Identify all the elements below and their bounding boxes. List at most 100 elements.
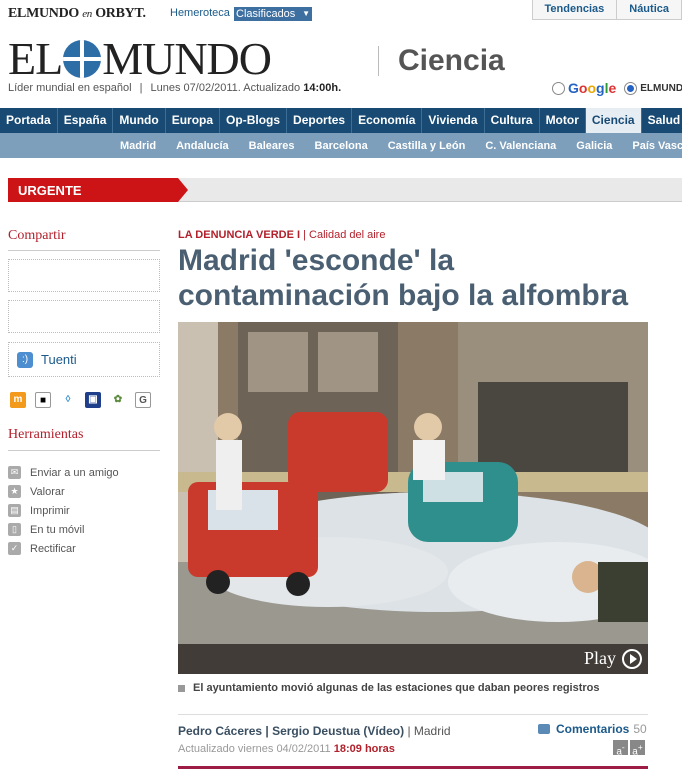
- tagline: Líder mundial en español | Lunes 07/02/2…: [8, 82, 342, 94]
- divider: [178, 714, 648, 715]
- byline: Pedro Cáceres | Sergio Deustua (Vídeo) |…: [178, 724, 451, 738]
- photo-caption: El ayuntamiento movió algunas de las est…: [178, 682, 600, 694]
- font-larger-button[interactable]: a+: [630, 740, 645, 757]
- nav-vivienda[interactable]: Vivienda: [422, 108, 485, 133]
- hemeroteca-link[interactable]: Hemeroteca: [170, 7, 230, 19]
- nav-espana[interactable]: España: [58, 108, 114, 133]
- google-label: Google: [568, 80, 617, 96]
- search-options: Google ELMUNDO: [552, 80, 682, 96]
- subnav-andalucia[interactable]: Andalucía: [166, 133, 239, 158]
- updated-info: Actualizado viernes 04/02/2011 18:09 hor…: [178, 743, 395, 755]
- updated-time: 18:09 horas: [333, 743, 395, 755]
- share-widget-1[interactable]: [8, 259, 160, 292]
- orbyt-logo[interactable]: ELMUNDO en ORBYT.: [8, 6, 146, 22]
- orbyt-brand-main: ELMUNDO: [8, 6, 80, 21]
- delicious-icon[interactable]: ■: [35, 392, 51, 408]
- tab-tendencias[interactable]: Tendencias: [532, 0, 618, 20]
- mobile-icon: ▯: [8, 523, 21, 536]
- subnav-barcelona[interactable]: Barcelona: [305, 133, 378, 158]
- tool-send-friend[interactable]: ✉ Enviar a un amigo: [8, 463, 119, 482]
- nav-op-blogs[interactable]: Op-Blogs: [220, 108, 288, 133]
- tool-print[interactable]: ▤ Imprimir: [8, 501, 119, 520]
- tool-mobile[interactable]: ▯ En tu móvil: [8, 520, 119, 539]
- nav-ciencia[interactable]: Ciencia: [585, 108, 642, 133]
- drop-icon[interactable]: ◊: [60, 392, 76, 408]
- box-icon[interactable]: ▣: [85, 392, 101, 408]
- subnav-galicia[interactable]: Galicia: [566, 133, 622, 158]
- updated-label: Actualizado viernes 04/02/2011: [178, 743, 331, 755]
- comments-count: 50: [633, 722, 647, 736]
- tuenti-icon: :): [17, 351, 33, 368]
- category-link[interactable]: | Calidad del aire: [303, 229, 385, 241]
- comment-icon: [538, 724, 550, 734]
- play-icon: [622, 648, 642, 669]
- radio-elmundo[interactable]: [624, 81, 638, 95]
- check-icon: ✓: [8, 542, 21, 555]
- nav-cultura[interactable]: Cultura: [485, 108, 540, 133]
- article-kicker: LA DENUNCIA VERDE I | Calidad del aire: [178, 229, 385, 241]
- tool-label: Valorar: [30, 485, 65, 498]
- tool-rate[interactable]: ★ Valorar: [8, 482, 119, 501]
- logo-text-left: EL: [8, 33, 63, 84]
- clasificados-label: Clasificados: [236, 8, 296, 20]
- nav-portada[interactable]: Portada: [0, 108, 58, 133]
- share-heading: Compartir: [8, 228, 66, 243]
- nav-mundo[interactable]: Mundo: [113, 108, 166, 133]
- video-thumbnail: [178, 322, 648, 674]
- elmundo-label: ELMUNDO: [640, 82, 682, 94]
- share-icons: m ■ ◊ ▣ ✿ G: [10, 392, 151, 408]
- subnav-castilla-leon[interactable]: Castilla y León: [378, 133, 476, 158]
- urgente-label: URGENTE: [8, 178, 188, 202]
- tool-label: Imprimir: [30, 504, 70, 517]
- video-player[interactable]: Play: [178, 322, 648, 674]
- people-icon[interactable]: ✿: [110, 392, 126, 408]
- orbyt-brand-en: en: [82, 8, 93, 20]
- headline: Madrid 'esconde' la contaminación bajo l…: [178, 244, 629, 312]
- tool-label: En tu móvil: [30, 523, 85, 536]
- nav-europa[interactable]: Europa: [166, 108, 221, 133]
- urgente-bar: URGENTE: [8, 178, 682, 202]
- divider: [178, 766, 648, 769]
- subnav-pais-vasco[interactable]: País Vasco: [622, 133, 682, 158]
- divider: [8, 450, 160, 451]
- elmundo-logo[interactable]: EL MUNDO: [8, 33, 272, 84]
- nav-deportes[interactable]: Deportes: [287, 108, 353, 133]
- nav-motor[interactable]: Motor: [540, 108, 586, 133]
- tools-list: ✉ Enviar a un amigo ★ Valorar ▤ Imprimir ▯ E…: [8, 463, 119, 558]
- nav-economia[interactable]: Economía: [352, 108, 423, 133]
- meneame-icon[interactable]: m: [10, 392, 26, 408]
- play-button[interactable]: Play: [584, 648, 642, 669]
- kicker-label[interactable]: LA DENUNCIA VERDE I: [178, 229, 300, 241]
- tool-label: Rectificar: [30, 542, 76, 555]
- top-bar: ELMUNDO en ORBYT. Hemeroteca Clasificado…: [0, 0, 682, 28]
- subnav-madrid[interactable]: Madrid: [110, 133, 166, 158]
- radio-google[interactable]: [552, 81, 565, 95]
- orbyt-brand-orbyt: ORBYT.: [95, 6, 146, 21]
- font-smaller-button[interactable]: a-: [613, 740, 628, 757]
- comments-label: Comentarios: [556, 722, 630, 736]
- google-bookmark-icon[interactable]: G: [135, 392, 151, 408]
- logo-text-right: MUNDO: [102, 33, 272, 84]
- sub-nav: Madrid Andalucía Baleares Barcelona Cast…: [0, 133, 682, 158]
- tool-rectify[interactable]: ✓ Rectificar: [8, 539, 119, 558]
- share-widget-2[interactable]: [8, 300, 160, 333]
- top-tabs: Tendencias Náutica: [531, 0, 682, 20]
- main-nav: Portada España Mundo Europa Op-Blogs Dep…: [0, 108, 682, 133]
- comments-link[interactable]: Comentarios 50: [538, 722, 647, 736]
- tagline-text: Líder mundial en español: [8, 82, 132, 94]
- location: | Madrid: [407, 724, 451, 738]
- star-icon: ★: [8, 485, 21, 498]
- print-icon: ▤: [8, 504, 21, 517]
- caption-text: El ayuntamiento movió algunas de las est…: [193, 682, 600, 694]
- caption-bullet-icon: [178, 684, 185, 692]
- nav-salud[interactable]: Salud: [642, 108, 682, 133]
- globe-icon: [63, 40, 102, 78]
- video-controls: Play: [178, 644, 648, 674]
- subnav-baleares[interactable]: Baleares: [239, 133, 305, 158]
- tuenti-button[interactable]: :) Tuenti: [8, 342, 160, 377]
- tab-nautica[interactable]: Náutica: [617, 0, 682, 20]
- subnav-c-valenciana[interactable]: C. Valenciana: [475, 133, 566, 158]
- clasificados-select[interactable]: Clasificados ▼: [234, 7, 312, 21]
- time-text: 14:00h.: [303, 82, 342, 94]
- date-text: Lunes 07/02/2011. Actualizado: [150, 82, 301, 94]
